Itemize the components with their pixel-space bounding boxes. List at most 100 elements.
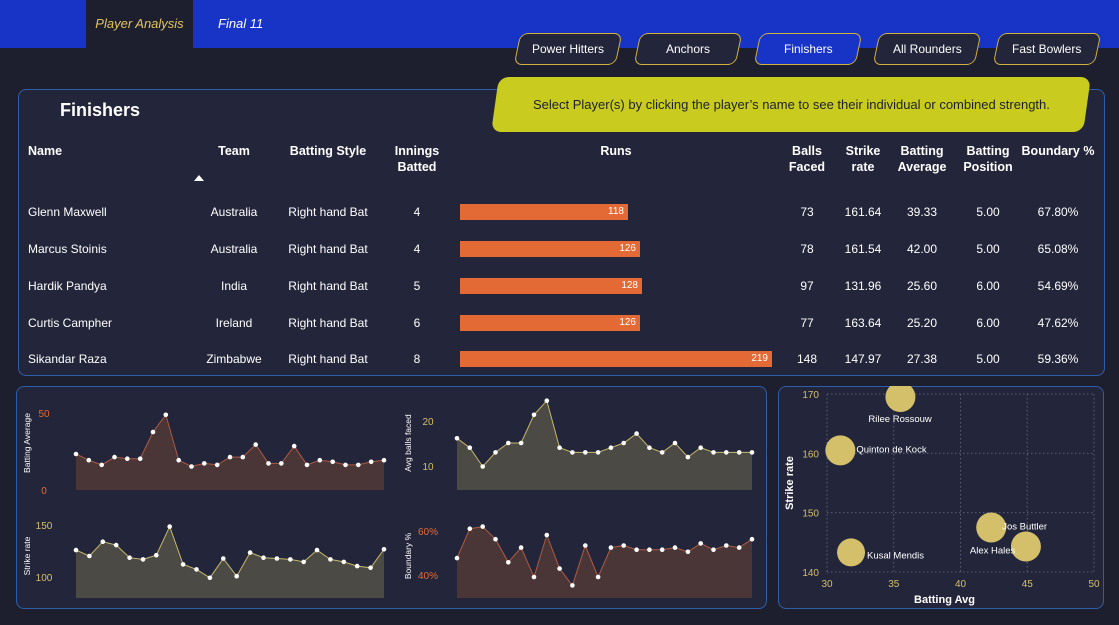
data-point bbox=[112, 454, 117, 460]
header-runs[interactable]: Runs bbox=[586, 143, 646, 159]
y-tick-label: 40% bbox=[418, 571, 438, 582]
runs-bar-label: 126 bbox=[619, 317, 636, 328]
header-balls-faced[interactable]: Balls Faced bbox=[782, 143, 832, 175]
cell-innings: 4 bbox=[413, 242, 421, 256]
header-line: rate bbox=[851, 160, 875, 174]
tab-final-11[interactable]: Final 11 bbox=[218, 0, 278, 48]
runs-bar-label: 118 bbox=[608, 206, 624, 217]
category-all-rounders[interactable]: All Rounders bbox=[872, 33, 982, 65]
header-batting-average[interactable]: Batting Average bbox=[893, 143, 951, 175]
point-label: Rilee Rossouw bbox=[868, 414, 931, 425]
header-batting-position[interactable]: Batting Position bbox=[959, 143, 1017, 175]
sort-ascending-icon[interactable] bbox=[194, 175, 204, 181]
y-tick-label: 150 bbox=[36, 521, 53, 532]
data-point bbox=[518, 440, 524, 446]
data-point bbox=[595, 574, 601, 580]
data-point bbox=[253, 442, 258, 447]
data-point bbox=[736, 545, 742, 550]
data-point bbox=[301, 559, 307, 565]
cell-batting-position: 6.00 bbox=[976, 316, 1000, 330]
cell-team: Zimbabwe bbox=[206, 352, 262, 366]
data-point bbox=[221, 556, 226, 561]
data-point bbox=[343, 462, 348, 468]
header-name[interactable]: Name bbox=[28, 143, 62, 159]
data-point bbox=[189, 464, 194, 469]
data-point bbox=[454, 555, 460, 561]
data-point bbox=[493, 450, 498, 455]
header-strike-rate[interactable]: Strike rate bbox=[838, 143, 888, 175]
data-point bbox=[698, 541, 703, 546]
data-point bbox=[354, 563, 360, 569]
data-point bbox=[621, 440, 626, 446]
header-batting-style[interactable]: Batting Style bbox=[282, 143, 374, 159]
trend-charts: Batting Average 50 0 Avg balls faced 20 10 Str… bbox=[22, 398, 755, 598]
data-point bbox=[368, 459, 374, 465]
runs-bar-label: 128 bbox=[621, 280, 638, 291]
category-finishers[interactable]: Finishers bbox=[753, 33, 863, 65]
cell-name[interactable]: Sikandar Raza bbox=[28, 352, 188, 366]
cell-team: India bbox=[220, 279, 248, 293]
data-point bbox=[608, 445, 614, 450]
data-point bbox=[86, 457, 92, 463]
category-label: Finishers bbox=[783, 42, 833, 56]
data-point bbox=[100, 539, 106, 544]
data-point bbox=[113, 542, 119, 548]
data-point bbox=[381, 547, 387, 552]
category-anchors[interactable]: Anchors bbox=[633, 33, 743, 65]
cell-batting-position: 5.00 bbox=[976, 352, 1000, 366]
data-point bbox=[634, 547, 639, 552]
data-point bbox=[493, 536, 498, 542]
data-point bbox=[137, 456, 143, 461]
data-point bbox=[659, 547, 665, 552]
x-tick-label: 35 bbox=[888, 579, 900, 590]
category-fast-bowlers[interactable]: Fast Bowlers bbox=[992, 33, 1102, 65]
cell-batting-style: Right hand Bat bbox=[288, 242, 368, 256]
cell-strike-rate: 161.54 bbox=[844, 242, 882, 256]
data-point bbox=[341, 559, 347, 565]
header-line: Batting bbox=[900, 144, 944, 158]
runs-bar-label: 126 bbox=[619, 243, 636, 254]
y-tick-label: 170 bbox=[802, 390, 819, 401]
y-axis-label: Strike rate bbox=[22, 536, 32, 575]
point-label: Quinton de Kock bbox=[856, 444, 926, 455]
table-title: Finishers bbox=[60, 100, 141, 120]
tab-player-analysis[interactable]: Player Analysis bbox=[86, 0, 193, 48]
data-point bbox=[317, 457, 323, 463]
point-label: Kusal Mendis bbox=[867, 550, 924, 561]
cell-balls-faced: 73 bbox=[800, 205, 814, 219]
y-tick-label: 150 bbox=[802, 509, 819, 520]
cell-batting-average: 25.20 bbox=[906, 316, 938, 330]
header-team[interactable]: Team bbox=[204, 143, 264, 159]
data-point bbox=[634, 431, 639, 436]
x-tick-label: 50 bbox=[1088, 579, 1100, 590]
data-point bbox=[531, 574, 537, 580]
data-point bbox=[570, 450, 575, 455]
cell-name[interactable]: Glenn Maxwell bbox=[28, 205, 188, 219]
category-power-hitters[interactable]: Power Hitters bbox=[513, 33, 623, 65]
data-point bbox=[595, 450, 601, 455]
cell-name[interactable]: Hardik Pandya bbox=[28, 279, 188, 293]
cell-name[interactable]: Marcus Stoinis bbox=[28, 242, 188, 256]
y-axis-label: Strike rate bbox=[784, 456, 796, 510]
data-point bbox=[125, 456, 130, 461]
cell-batting-position: 5.00 bbox=[976, 242, 1000, 256]
cell-boundary-pct: 54.69% bbox=[1037, 279, 1079, 293]
category-label: Anchors bbox=[665, 42, 711, 56]
data-point bbox=[570, 583, 575, 588]
data-point bbox=[279, 461, 284, 466]
cell-strike-rate: 163.64 bbox=[844, 316, 882, 330]
data-point bbox=[214, 462, 220, 468]
data-point bbox=[328, 557, 333, 562]
data-point bbox=[381, 457, 387, 463]
cell-name[interactable]: Curtis Campher bbox=[28, 316, 188, 330]
header-innings-batted[interactable]: Innings Batted bbox=[389, 143, 445, 175]
header-boundary-pct[interactable]: Boundary % bbox=[1020, 143, 1096, 159]
cell-balls-faced: 97 bbox=[800, 279, 814, 293]
cell-innings: 4 bbox=[413, 205, 421, 219]
data-point bbox=[621, 543, 626, 548]
data-point bbox=[698, 445, 703, 450]
data-point bbox=[207, 575, 213, 581]
y-tick-label: 10 bbox=[422, 462, 434, 473]
area-fill bbox=[76, 526, 384, 598]
data-point bbox=[544, 398, 550, 403]
